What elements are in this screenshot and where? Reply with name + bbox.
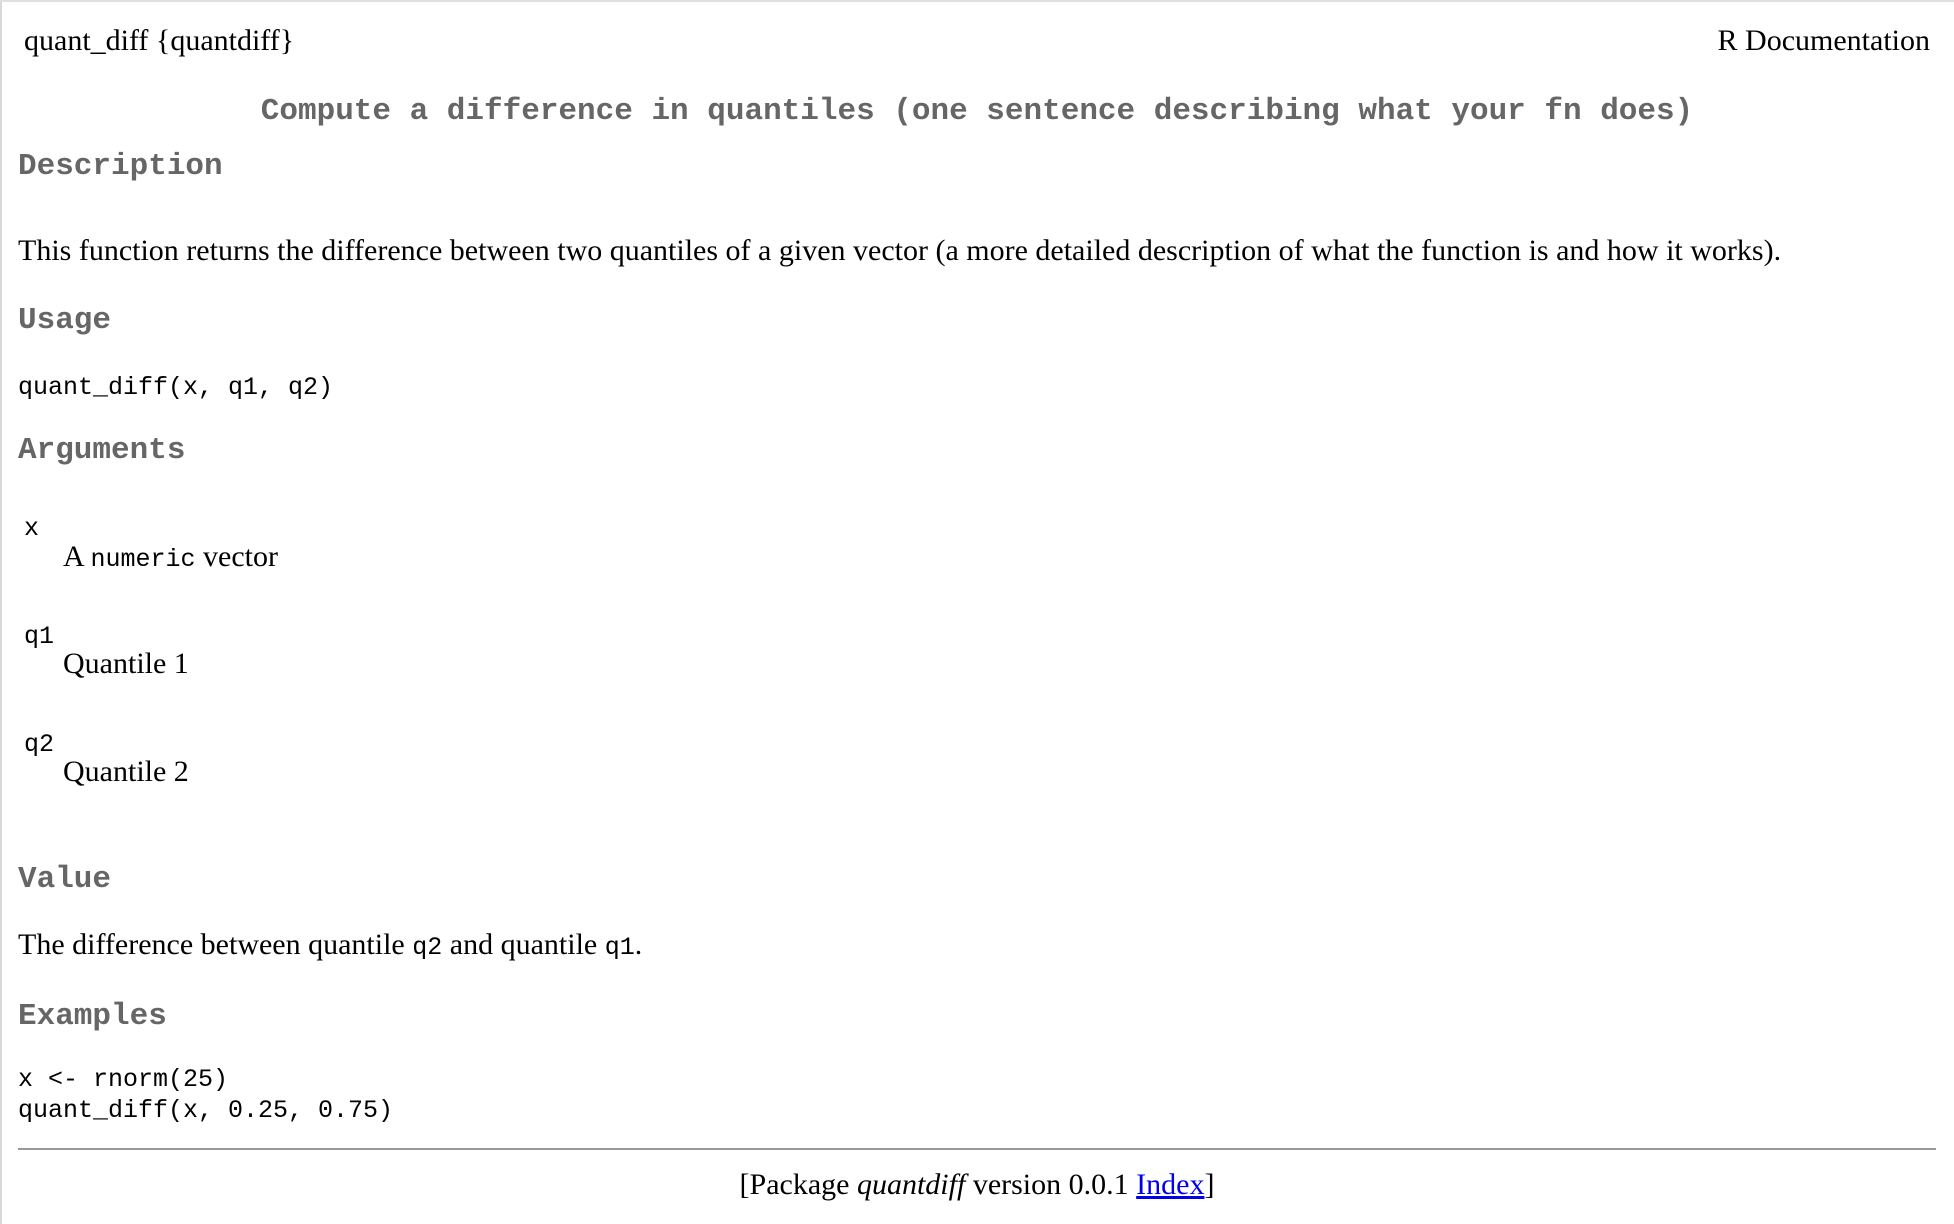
footer-prefix: [Package (739, 1168, 857, 1201)
argument-desc-q2: Quantile 2 (63, 755, 189, 788)
value-text-mid: and quantile (442, 928, 605, 961)
argument-name-q1: q1 (24, 622, 55, 651)
help-header: quant_diff {quantdiff} R Documentation (24, 24, 1930, 58)
footer-version: version 0.0.1 (965, 1168, 1137, 1201)
usage-heading: Usage (18, 303, 112, 338)
argument-name-q2: q2 (24, 730, 55, 759)
arguments-heading: Arguments (18, 433, 186, 468)
package-footer: [Package quantdiff version 0.0.1 Index] (18, 1168, 1936, 1202)
topic-label: quant_diff {quantdiff} (24, 24, 295, 57)
argument-name-x: x (24, 514, 40, 543)
description-text: This function returns the difference bet… (18, 234, 1782, 267)
page-title: Compute a difference in quantiles (one s… (260, 94, 1694, 129)
value-text-suffix: . (634, 928, 643, 961)
argument-desc-x-code: numeric (90, 545, 196, 574)
argument-desc-x: A numeric vector (63, 540, 278, 574)
usage-code: quant_diff(x, q1, q2) (18, 373, 334, 402)
footer-suffix: ] (1204, 1168, 1215, 1201)
examples-heading: Examples (18, 999, 167, 1034)
value-text-prefix: The difference between quantile (18, 928, 413, 961)
window-left-edge (0, 2, 2, 1224)
footer-package-name: quantdiff (856, 1168, 966, 1201)
value-heading: Value (18, 862, 112, 897)
value-code-q2: q2 (412, 933, 443, 962)
index-link[interactable]: Index (1136, 1168, 1204, 1201)
value-text: The difference between quantile q2 and q… (18, 928, 642, 962)
r-documentation-label: R Documentation (1717, 24, 1930, 57)
example-line-2: quant_diff(x, 0.25, 0.75) (18, 1096, 394, 1125)
description-heading: Description (18, 149, 223, 184)
argument-desc-x-prefix: A (63, 540, 91, 573)
argument-desc-q1: Quantile 1 (63, 647, 189, 680)
footer-divider (18, 1148, 1936, 1150)
example-line-1: x <- rnorm(25) (18, 1065, 229, 1094)
examples-code: x <- rnorm(25) quant_diff(x, 0.25, 0.75) (18, 1064, 393, 1126)
value-code-q1: q1 (604, 933, 635, 962)
argument-desc-x-suffix: vector (195, 540, 279, 573)
